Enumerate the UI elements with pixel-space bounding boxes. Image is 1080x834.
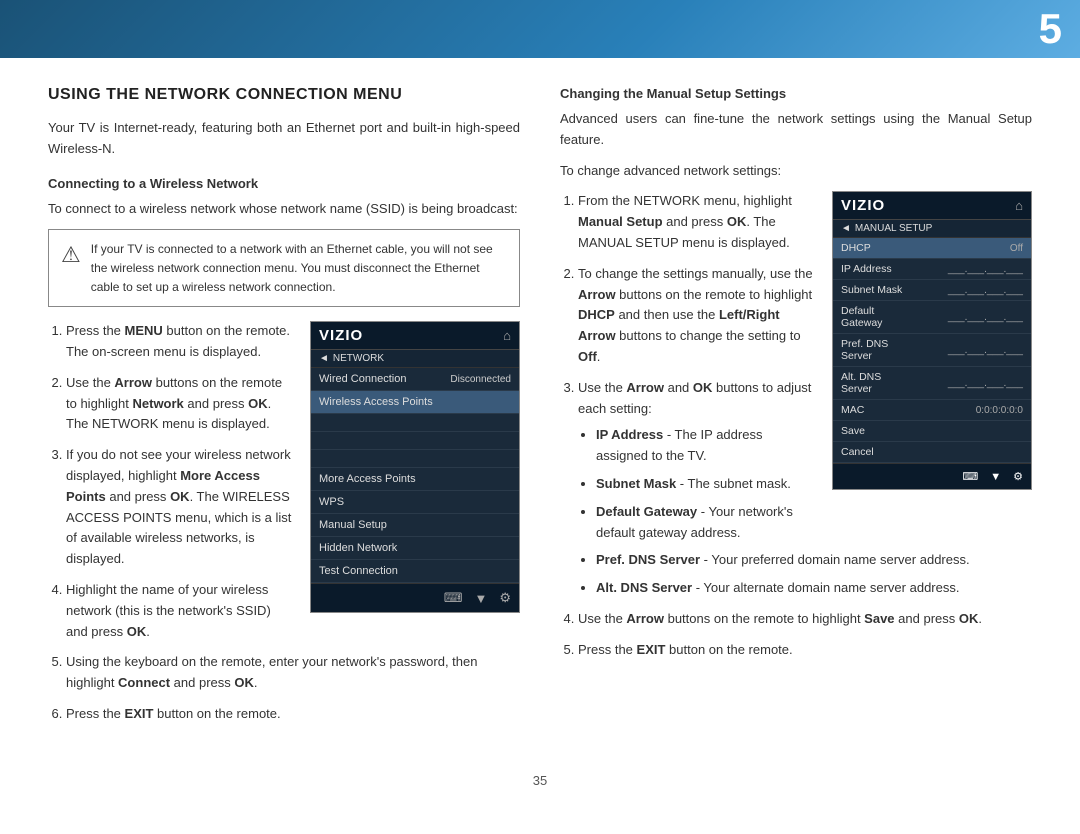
menu-row-wireless-ap: Wireless Access Points xyxy=(311,391,519,414)
warning-text: If your TV is connected to a network wit… xyxy=(91,240,507,296)
connecting-intro: To connect to a wireless network whose n… xyxy=(48,199,520,220)
manual-row-pref-dns: Pref. DNSServer ___.___.___.___ xyxy=(833,334,1031,367)
vizio-network-menu: VIZIO ⌂ ◄ NETWORK Wired Connection Disco… xyxy=(310,321,520,613)
right-column: Changing the Manual Setup Settings Advan… xyxy=(560,86,1032,735)
menu-row-empty2 xyxy=(311,432,519,450)
page-footer: 35 xyxy=(0,763,1080,804)
manual-row-dhcp: DHCP Off xyxy=(833,238,1031,259)
menu-row-manual-setup: Manual Setup xyxy=(311,514,519,537)
step-6: Press the EXIT button on the remote. xyxy=(66,704,520,725)
connecting-title: Connecting to a Wireless Network xyxy=(48,176,520,191)
vizio-logo: VIZIO xyxy=(319,327,363,344)
bullet-alt-dns: Alt. DNS Server - Your alternate domain … xyxy=(596,578,1032,599)
manual-row-subnet: Subnet Mask ___.___.___.___ xyxy=(833,280,1031,301)
right-steps-area: VIZIO ⌂ ◄ MANUAL SETUP DHCP Off IP Addre… xyxy=(560,191,1032,670)
change-intro: To change advanced network settings: xyxy=(560,161,1032,182)
main-content: USING THE NETWORK CONNECTION MENU Your T… xyxy=(0,58,1080,763)
intro-text: Your TV is Internet-ready, featuring bot… xyxy=(48,118,520,160)
manual-row-cancel: Cancel xyxy=(833,442,1031,463)
manual-setup-intro: Advanced users can fine-tune the network… xyxy=(560,109,1032,151)
settings-icon: ⚙ xyxy=(499,590,511,606)
manual-row-mac: MAC 0:0:0:0:0:0 xyxy=(833,400,1031,421)
menu-row-test-connection: Test Connection xyxy=(311,560,519,583)
manual-row-ip: IP Address ___.___.___.___ xyxy=(833,259,1031,280)
menu-row-more-ap: More Access Points xyxy=(311,468,519,491)
page-number: 35 xyxy=(533,773,547,788)
down-arrow-icon: ▼ xyxy=(474,591,487,606)
menu-row-hidden-network: Hidden Network xyxy=(311,537,519,560)
manual-vizio-logo: VIZIO xyxy=(841,197,885,214)
warning-icon: ⚠ xyxy=(61,242,81,268)
top-bar: 5 xyxy=(0,0,1080,58)
step-5: Using the keyboard on the remote, enter … xyxy=(66,652,520,694)
section-title: USING THE NETWORK CONNECTION MENU xyxy=(48,86,520,104)
submenu-arrow: ◄ xyxy=(319,353,329,364)
bullet-pref-dns: Pref. DNS Server - Your preferred domain… xyxy=(596,550,1032,571)
right-step-5: Press the EXIT button on the remote. xyxy=(578,640,1032,661)
manual-settings-icon: ⚙ xyxy=(1013,470,1023,483)
warning-box: ⚠ If your TV is connected to a network w… xyxy=(48,229,520,307)
manual-menu-footer: ⌨ ▼ ⚙ xyxy=(833,463,1031,489)
manual-row-save: Save xyxy=(833,421,1031,442)
bullet-gateway: Default Gateway - Your network's default… xyxy=(596,502,1032,544)
manual-submenu-label: ◄ MANUAL SETUP xyxy=(833,220,1031,238)
manual-home-icon: ⌂ xyxy=(1015,198,1023,213)
manual-menu-header: VIZIO ⌂ xyxy=(833,192,1031,220)
chapter-number: 5 xyxy=(1039,8,1062,50)
manual-submenu-arrow: ◄ xyxy=(841,223,851,234)
manual-row-gateway: DefaultGateway ___.___.___.___ xyxy=(833,301,1031,334)
manual-down-arrow-icon: ▼ xyxy=(990,471,1001,483)
right-step-4: Use the Arrow buttons on the remote to h… xyxy=(578,609,1032,630)
manual-setup-title: Changing the Manual Setup Settings xyxy=(560,86,1032,101)
menu-row-empty3 xyxy=(311,450,519,468)
manual-input-icon: ⌨ xyxy=(962,470,978,483)
input-icon: ⌨ xyxy=(444,590,463,606)
home-icon: ⌂ xyxy=(503,328,511,343)
vizio-menu-header: VIZIO ⌂ xyxy=(311,322,519,350)
left-column: USING THE NETWORK CONNECTION MENU Your T… xyxy=(48,86,520,735)
manual-row-alt-dns: Alt. DNSServer ___.___.___.___ xyxy=(833,367,1031,400)
vizio-manual-menu: VIZIO ⌂ ◄ MANUAL SETUP DHCP Off IP Addre… xyxy=(832,191,1032,490)
menu-row-wired: Wired Connection Disconnected xyxy=(311,368,519,391)
vizio-menu-footer: ⌨ ▼ ⚙ xyxy=(311,583,519,612)
menu-row-wps: WPS xyxy=(311,491,519,514)
menu-row-empty1 xyxy=(311,414,519,432)
network-submenu-label: ◄ NETWORK xyxy=(311,350,519,368)
